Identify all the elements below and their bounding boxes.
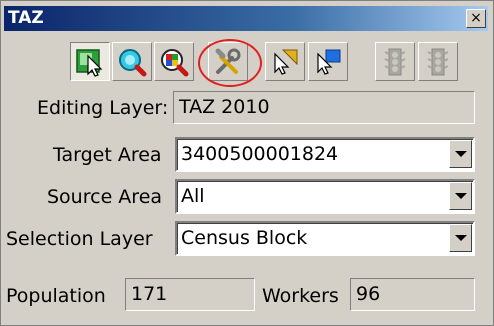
source-area-value: All (181, 185, 205, 207)
taz-window: TAZ × Editing Layer: TAZ 2010 Target Are… (0, 0, 494, 326)
editing-layer-label: Editing Layer: (37, 97, 169, 119)
tools-settings-icon (215, 48, 241, 74)
selection-layer-dropdown-button[interactable] (449, 224, 472, 252)
workers-label: Workers (262, 285, 339, 307)
traffic-light-icon (427, 48, 449, 76)
source-area-select[interactable]: All (175, 179, 475, 214)
population-label: Population (6, 285, 106, 307)
tools-button[interactable] (208, 42, 248, 81)
selection-layer-label: Selection Layer (6, 228, 153, 250)
traffic-light-button-1[interactable] (375, 42, 415, 81)
source-area-label: Source Area (47, 186, 163, 208)
title-bar[interactable]: TAZ × (4, 6, 488, 31)
traffic-light-icon (384, 48, 406, 76)
identify-zoom-icon (161, 49, 189, 77)
pointer-arrow-icon (274, 49, 298, 75)
selection-layer-select[interactable]: Census Block (175, 221, 475, 256)
target-area-value: 3400500001824 (181, 143, 339, 165)
pointer-button[interactable] (265, 42, 305, 81)
close-icon: × (470, 10, 482, 26)
target-area-label: Target Area (53, 144, 162, 166)
population-value: 171 (125, 278, 255, 311)
target-area-select[interactable]: 3400500001824 (175, 137, 475, 172)
select-pointer-icon (76, 49, 103, 77)
source-area-dropdown-button[interactable] (449, 182, 472, 210)
zoom-icon (119, 49, 147, 77)
close-button[interactable]: × (466, 9, 486, 28)
window-title: TAZ (8, 8, 44, 28)
zoom-button[interactable] (112, 42, 152, 81)
identify-zoom-button[interactable] (154, 42, 194, 81)
selection-layer-value: Census Block (181, 227, 308, 249)
pointer-flag-icon (317, 49, 341, 75)
traffic-light-button-2[interactable] (418, 42, 458, 81)
pointer-flag-button[interactable] (308, 42, 348, 81)
editing-layer-value: TAZ 2010 (173, 91, 475, 124)
select-tool-button[interactable] (70, 42, 110, 81)
target-area-dropdown-button[interactable] (449, 140, 472, 168)
workers-value: 96 (350, 278, 475, 311)
